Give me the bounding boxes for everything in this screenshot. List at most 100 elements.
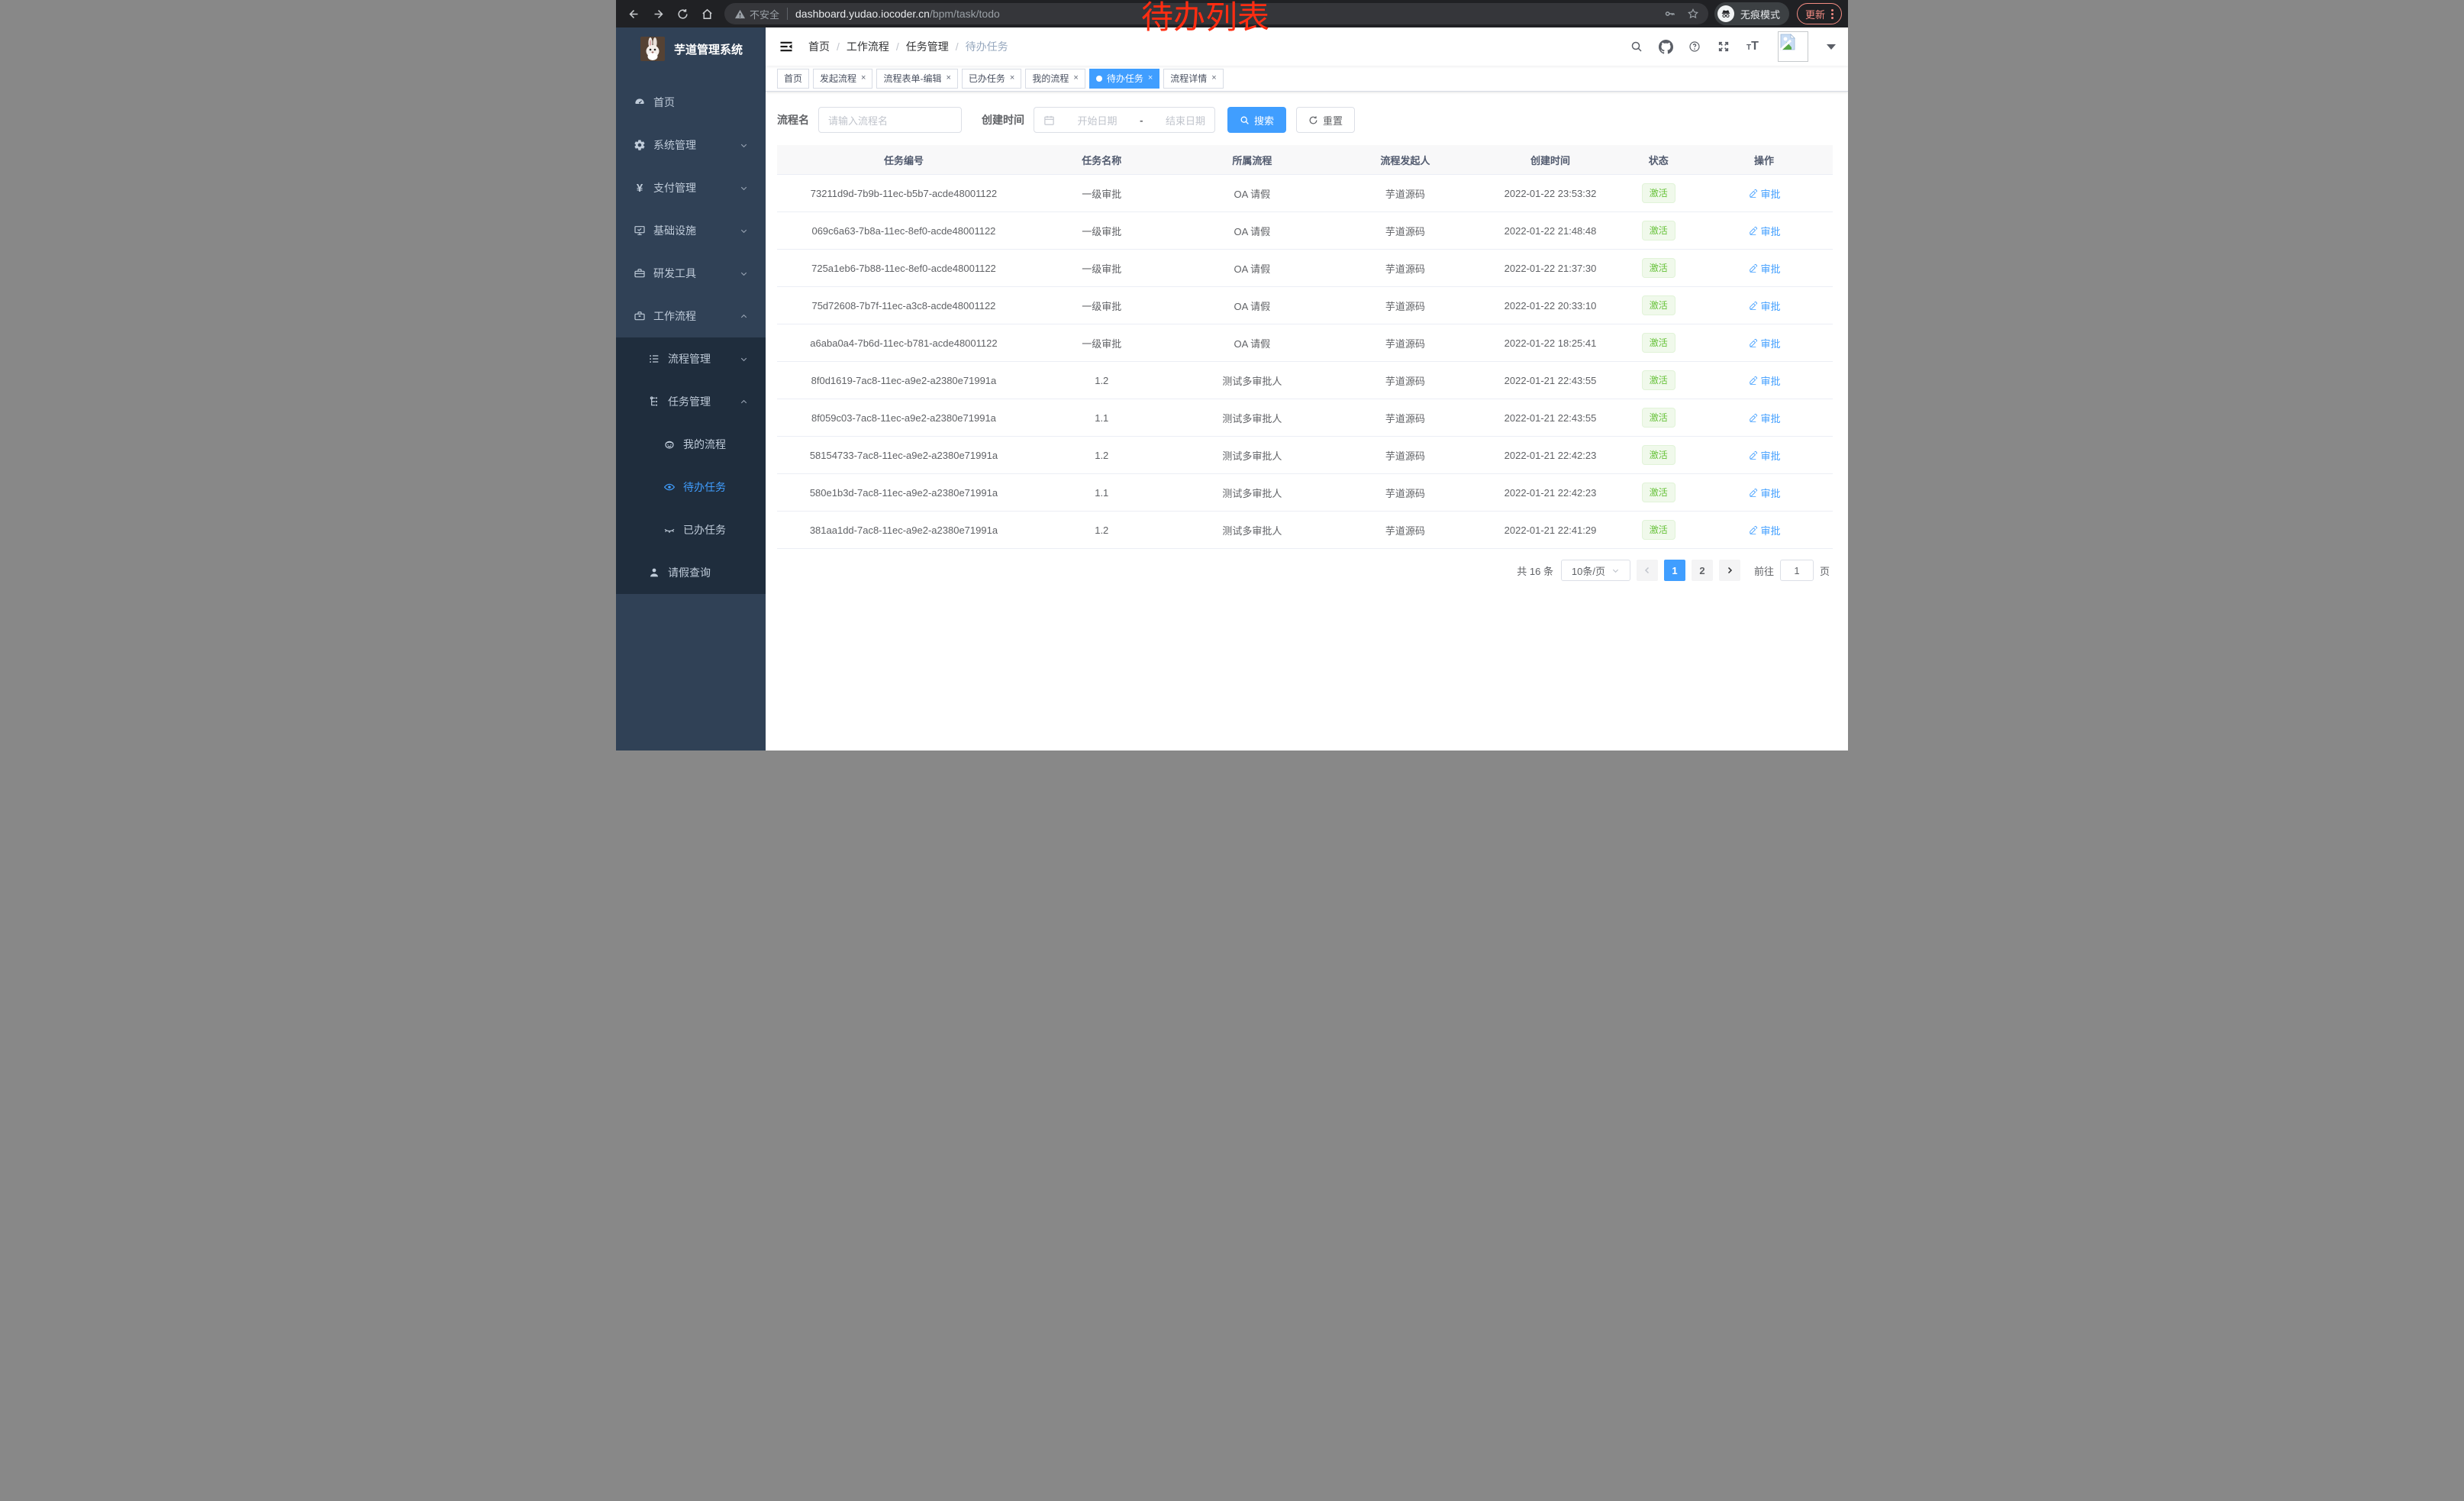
update-button[interactable]: 更新 bbox=[1797, 3, 1842, 24]
approve-link[interactable]: 审批 bbox=[1748, 224, 1781, 238]
approve-link[interactable]: 审批 bbox=[1748, 299, 1781, 313]
close-icon[interactable]: × bbox=[946, 74, 950, 82]
tab-待办任务[interactable]: 待办任务× bbox=[1089, 69, 1159, 89]
home-button[interactable] bbox=[695, 2, 718, 25]
breadcrumb-item[interactable]: 任务管理 bbox=[906, 39, 949, 54]
sidebar-item-基础设施[interactable]: 基础设施 bbox=[616, 209, 766, 252]
url-text[interactable]: dashboard.yudao.iocoder.cn/bpm/task/todo bbox=[795, 8, 1664, 20]
sidebar-item-待办任务[interactable]: 待办任务 bbox=[616, 466, 766, 508]
task-name: 一级审批 bbox=[1030, 224, 1173, 238]
url-bar[interactable]: 不安全 dashboard.yudao.iocoder.cn/bpm/task/… bbox=[724, 3, 1708, 24]
goto-page-input[interactable]: 1 bbox=[1780, 560, 1814, 581]
table-header-row: 任务编号任务名称所属流程流程发起人创建时间状态操作 bbox=[777, 145, 1833, 174]
process-starter: 芋道源码 bbox=[1331, 299, 1479, 313]
sidebar-item-系统管理[interactable]: 系统管理 bbox=[616, 124, 766, 166]
prev-page-button[interactable] bbox=[1637, 560, 1658, 581]
sidebar-item-已办任务[interactable]: 已办任务 bbox=[616, 508, 766, 551]
github-icon[interactable] bbox=[1657, 38, 1674, 55]
eye-closed-icon bbox=[663, 524, 676, 536]
sidebar-item-任务管理[interactable]: 任务管理 bbox=[616, 380, 766, 423]
search-button[interactable]: 搜索 bbox=[1227, 107, 1286, 133]
task-name: 一级审批 bbox=[1030, 336, 1173, 350]
status-badge: 激活 bbox=[1642, 408, 1675, 428]
edit-pen-icon bbox=[1748, 263, 1758, 273]
sidebar-item-请假查询[interactable]: 请假查询 bbox=[616, 551, 766, 594]
tab-我的流程[interactable]: 我的流程× bbox=[1025, 69, 1085, 89]
key-icon[interactable] bbox=[1664, 8, 1676, 20]
hamburger-icon[interactable] bbox=[778, 38, 795, 55]
column-header-创建时间: 创建时间 bbox=[1479, 153, 1622, 167]
task-id: 75d72608-7b7f-11ec-a3c8-acde48001122 bbox=[777, 300, 1030, 311]
star-icon[interactable] bbox=[1687, 8, 1699, 20]
status-cell: 激活 bbox=[1621, 483, 1695, 502]
tab-已办任务[interactable]: 已办任务× bbox=[962, 69, 1021, 89]
app-logo[interactable]: 芋道管理系统 bbox=[616, 27, 766, 70]
avatar[interactable] bbox=[1778, 31, 1808, 62]
reload-button[interactable] bbox=[671, 2, 694, 25]
sidebar-item-工作流程[interactable]: 工作流程 bbox=[616, 295, 766, 337]
tab-流程表单-编辑[interactable]: 流程表单-编辑× bbox=[876, 69, 957, 89]
status-cell: 激活 bbox=[1621, 520, 1695, 540]
close-icon[interactable]: × bbox=[1010, 74, 1014, 82]
approve-link[interactable]: 审批 bbox=[1748, 411, 1781, 425]
sidebar-item-label: 研发工具 bbox=[653, 266, 696, 281]
sidebar-item-研发工具[interactable]: 研发工具 bbox=[616, 252, 766, 295]
edit-pen-icon bbox=[1748, 488, 1758, 498]
close-icon[interactable]: × bbox=[1073, 74, 1078, 82]
sidebar-item-label: 支付管理 bbox=[653, 180, 696, 195]
approve-link[interactable]: 审批 bbox=[1748, 373, 1781, 388]
approve-link[interactable]: 审批 bbox=[1748, 523, 1781, 537]
page-button-2[interactable]: 2 bbox=[1692, 560, 1713, 581]
range-separator: - bbox=[1140, 115, 1143, 126]
tab-发起流程[interactable]: 发起流程× bbox=[813, 69, 872, 89]
sidebar-item-流程管理[interactable]: 流程管理 bbox=[616, 337, 766, 380]
sidebar: 芋道管理系统 首页系统管理¥支付管理基础设施研发工具工作流程流程管理任务管理我的… bbox=[616, 27, 766, 750]
page-button-1[interactable]: 1 bbox=[1664, 560, 1685, 581]
approve-label: 审批 bbox=[1761, 299, 1781, 313]
process-name-input[interactable]: 请输入流程名 bbox=[818, 107, 962, 133]
chevron-down-icon[interactable] bbox=[1827, 44, 1836, 50]
edit-pen-icon bbox=[1748, 450, 1758, 460]
question-icon[interactable] bbox=[1686, 38, 1703, 55]
calendar-icon bbox=[1043, 115, 1055, 126]
back-button[interactable] bbox=[622, 2, 645, 25]
approve-link[interactable]: 审批 bbox=[1748, 336, 1781, 350]
next-page-button[interactable] bbox=[1719, 560, 1740, 581]
action-cell: 审批 bbox=[1695, 411, 1833, 425]
approve-link[interactable]: 审批 bbox=[1748, 486, 1781, 500]
forward-button[interactable] bbox=[647, 2, 669, 25]
reset-button[interactable]: 重置 bbox=[1296, 107, 1355, 133]
close-icon[interactable]: × bbox=[861, 74, 866, 82]
column-header-操作: 操作 bbox=[1695, 153, 1833, 167]
close-icon[interactable]: × bbox=[1211, 74, 1216, 82]
approve-link[interactable]: 审批 bbox=[1748, 186, 1781, 201]
status-badge: 激活 bbox=[1642, 483, 1675, 502]
start-date-placeholder[interactable]: 开始日期 bbox=[1078, 113, 1118, 128]
sidebar-item-支付管理[interactable]: ¥支付管理 bbox=[616, 166, 766, 209]
date-range-picker[interactable]: 开始日期 - 结束日期 bbox=[1034, 107, 1215, 133]
browser-menu-icon[interactable] bbox=[1831, 9, 1833, 19]
tab-流程详情[interactable]: 流程详情× bbox=[1163, 69, 1223, 89]
active-dot bbox=[1096, 76, 1102, 82]
app-title: 芋道管理系统 bbox=[674, 41, 743, 57]
table-row: 725a1eb6-7b88-11ec-8ef0-acde48001122一级审批… bbox=[777, 249, 1833, 286]
breadcrumb-item[interactable]: 首页 bbox=[808, 39, 830, 54]
breadcrumb-item[interactable]: 工作流程 bbox=[847, 39, 889, 54]
font-size-icon[interactable]: TT bbox=[1744, 38, 1761, 55]
page-size-select[interactable]: 10条/页 bbox=[1561, 560, 1630, 581]
security-label[interactable]: 不安全 bbox=[750, 7, 779, 21]
edit-pen-icon bbox=[1748, 525, 1758, 535]
column-header-任务编号: 任务编号 bbox=[777, 153, 1030, 167]
sidebar-item-首页[interactable]: 首页 bbox=[616, 81, 766, 124]
process-name: 测试多审批人 bbox=[1173, 373, 1331, 388]
dashboard-icon bbox=[634, 96, 646, 108]
search-icon[interactable] bbox=[1628, 38, 1645, 55]
close-icon[interactable]: × bbox=[1148, 74, 1153, 82]
approve-link[interactable]: 审批 bbox=[1748, 261, 1781, 276]
approve-link[interactable]: 审批 bbox=[1748, 448, 1781, 463]
end-date-placeholder[interactable]: 结束日期 bbox=[1166, 113, 1205, 128]
fullscreen-icon[interactable] bbox=[1715, 38, 1732, 55]
tab-首页[interactable]: 首页 bbox=[777, 69, 809, 89]
task-name: 一级审批 bbox=[1030, 186, 1173, 201]
sidebar-item-我的流程[interactable]: 我的流程 bbox=[616, 423, 766, 466]
